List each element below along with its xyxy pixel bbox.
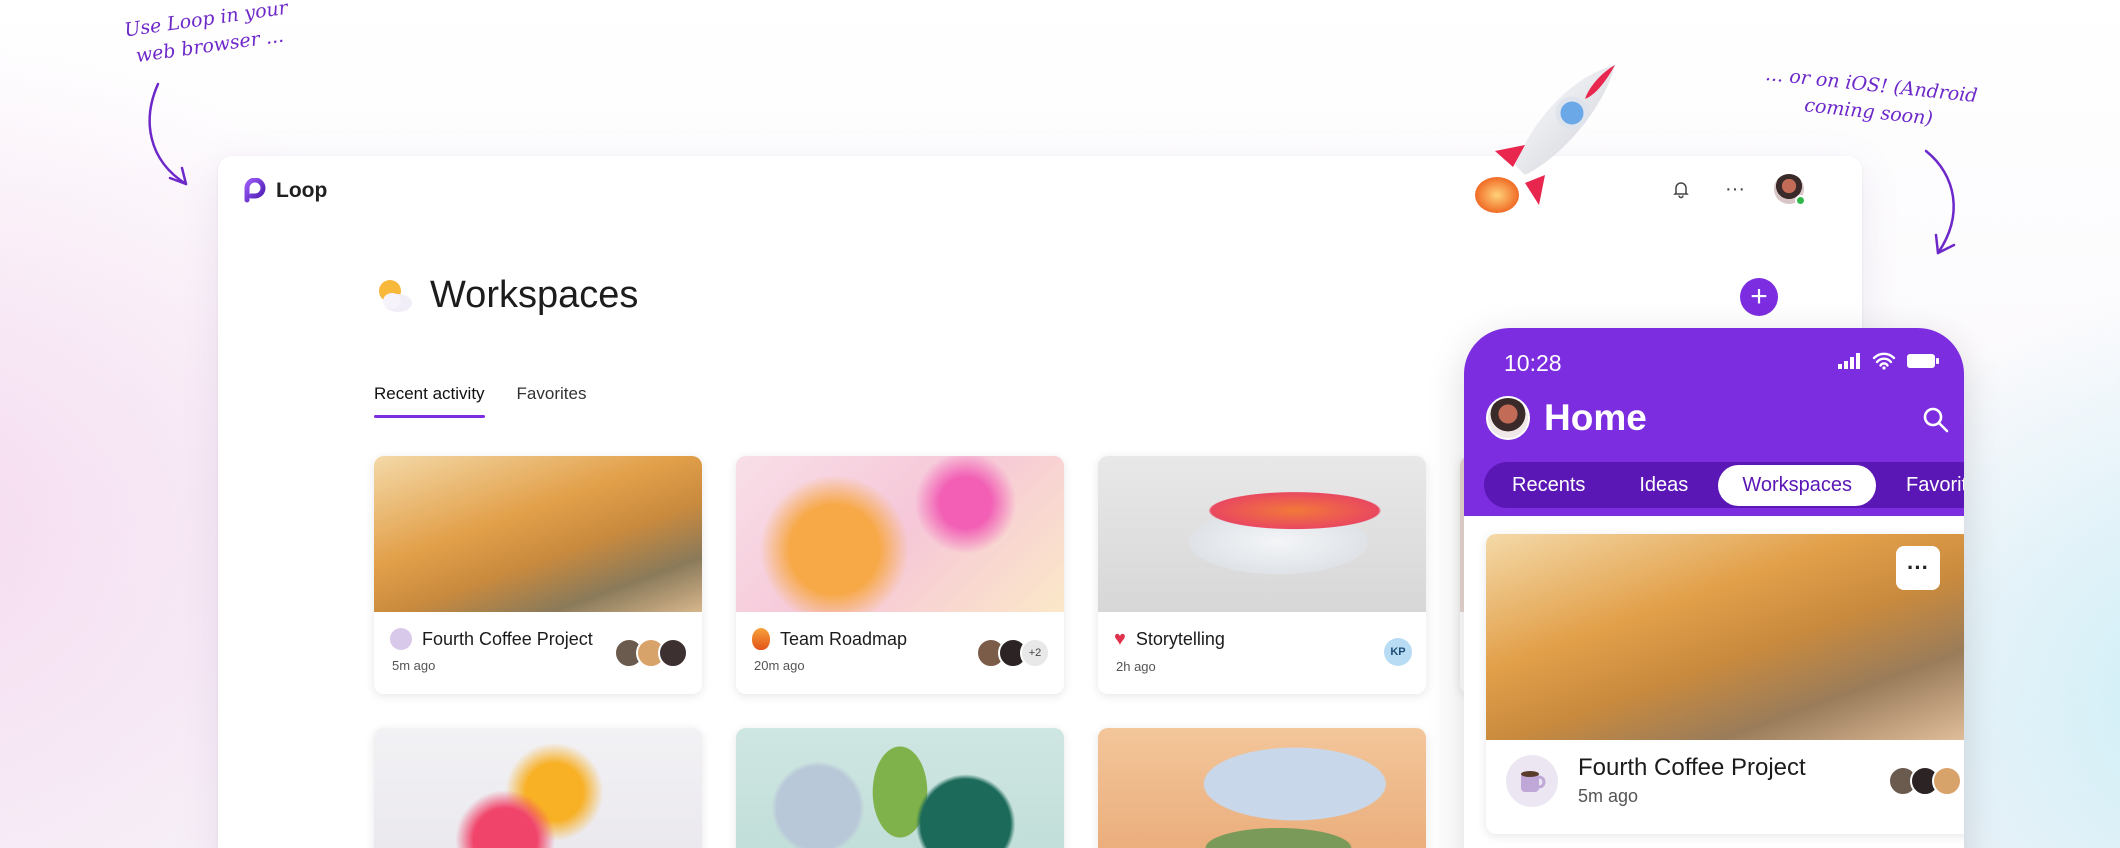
card-time: 2h ago — [1116, 659, 1156, 674]
phone-tab-favorites[interactable]: Favorites — [1882, 465, 1964, 506]
arrow-web-icon — [148, 82, 188, 186]
card-image — [374, 456, 702, 612]
notifications-button[interactable] — [1666, 174, 1696, 204]
workspace-card[interactable] — [374, 728, 702, 848]
phone-title-bar: Home — [1486, 396, 1647, 440]
phone-card-more-button[interactable]: ··· — [1896, 546, 1940, 590]
phone-tab-recents[interactable]: Recents — [1488, 465, 1609, 506]
phone-tab-ideas[interactable]: Ideas — [1615, 465, 1712, 506]
ellipsis-icon: ··· — [1725, 177, 1745, 200]
card-image — [1098, 728, 1426, 848]
rocket-icon — [1475, 65, 1615, 213]
phone-card-members — [1888, 766, 1962, 796]
phone-tabs: Recents Ideas Workspaces Favorites — [1484, 462, 1964, 508]
presence-indicator — [1795, 195, 1806, 206]
heart-icon: ♥ — [1114, 628, 1126, 650]
phone-card-time: 5m ago — [1578, 786, 1639, 806]
bell-icon — [1673, 182, 1689, 199]
ellipsis-icon: ··· — [1907, 555, 1929, 580]
member-avatar — [1932, 766, 1962, 796]
card-members: KP — [1384, 638, 1412, 666]
card-members — [614, 638, 688, 668]
new-workspace-button[interactable]: + — [1740, 278, 1778, 316]
workspace-card[interactable]: Team Roadmap 20m ago +2 — [736, 456, 1064, 694]
coffee-icon — [1506, 754, 1558, 807]
workspaces-header: Workspaces — [374, 274, 638, 317]
phone-mockup: 10:28 Home Recents Ideas Workspaces Favo… — [1464, 328, 1964, 848]
phone-tab-workspaces[interactable]: Workspaces — [1718, 464, 1876, 506]
fire-icon — [752, 628, 770, 650]
tab-favorites[interactable]: Favorites — [517, 384, 587, 418]
loop-logo[interactable]: Loop — [242, 178, 327, 204]
more-options-button[interactable]: ··· — [1720, 174, 1750, 204]
card-time: 20m ago — [754, 658, 805, 673]
workspace-card[interactable]: Fourth Coffee Project 5m ago — [374, 456, 702, 694]
card-image — [1098, 456, 1426, 612]
header-actions: ··· — [1666, 174, 1806, 206]
card-title: Fourth Coffee Project — [422, 628, 593, 649]
card-image — [736, 728, 1064, 848]
phone-page-title: Home — [1544, 397, 1647, 438]
phone-header: 10:28 Home Recents Ideas Workspaces Favo… — [1464, 328, 1964, 516]
phone-card-image — [1486, 534, 1964, 740]
workspace-card[interactable]: ♥ Storytelling 2h ago KP — [1098, 456, 1426, 694]
more-members-badge: +2 — [1020, 638, 1050, 668]
status-bar-icons — [1838, 352, 1940, 370]
annotation-web: Use Loop in your web browser ... — [123, 0, 290, 68]
battery-icon — [1907, 354, 1939, 368]
phone-search-button[interactable] — [1922, 406, 1950, 439]
signal-icon — [1838, 353, 1860, 369]
status-time: 10:28 — [1504, 350, 1562, 376]
card-title: Storytelling — [1135, 629, 1225, 649]
plus-icon: + — [1750, 280, 1768, 313]
loop-logo-icon — [244, 178, 266, 203]
card-time: 5m ago — [392, 658, 436, 673]
search-icon — [1923, 407, 1949, 433]
page-title: Workspaces — [430, 274, 639, 316]
sun-behind-cloud-icon — [379, 279, 412, 312]
workspace-card[interactable] — [1098, 728, 1426, 848]
card-image — [736, 456, 1064, 612]
annotation-ios: ... or on iOS! (Android coming soon) — [1764, 62, 1979, 130]
card-members: +2 — [976, 638, 1050, 668]
app-name: Loop — [276, 179, 328, 202]
card-image — [374, 728, 702, 848]
tab-recent-activity[interactable]: Recent activity — [374, 384, 485, 418]
wifi-icon — [1872, 352, 1896, 370]
member-avatar — [658, 638, 688, 668]
card-title: Team Roadmap — [780, 628, 908, 649]
phone-card-title: Fourth Coffee Project — [1578, 754, 1806, 781]
phone-user-avatar[interactable] — [1486, 396, 1530, 440]
workspace-card[interactable] — [736, 728, 1064, 848]
arrow-ios-icon — [1924, 149, 1956, 255]
coffee-icon — [390, 628, 412, 650]
member-initials: KP — [1384, 638, 1412, 666]
phone-workspace-card[interactable]: ··· Fourth Coffee Project 5m ago — [1486, 534, 1964, 834]
workspace-tabs: Recent activity Favorites — [374, 384, 586, 418]
user-avatar[interactable] — [1774, 174, 1806, 206]
